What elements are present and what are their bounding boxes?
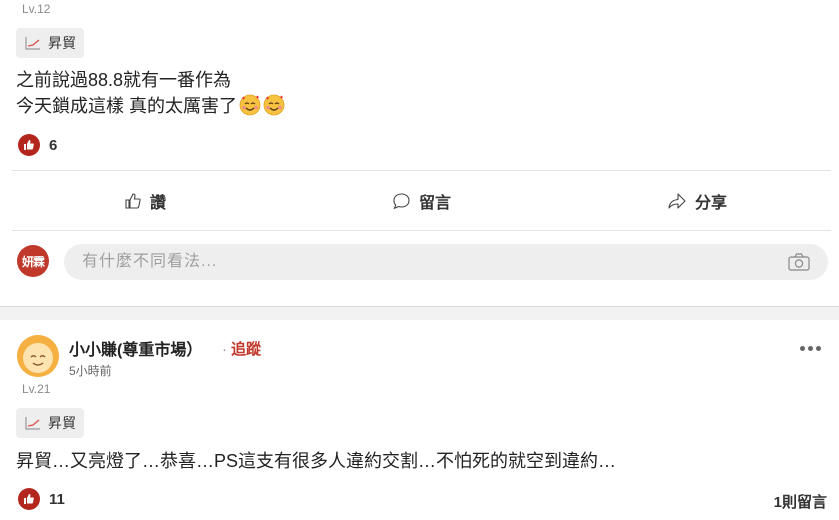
more-dot xyxy=(816,346,821,351)
user-level: Lv.21 xyxy=(22,382,51,396)
username[interactable]: 小小賺(尊重市場） xyxy=(69,336,202,360)
stock-tag-label: 昇貿 xyxy=(48,35,76,51)
more-options-button[interactable] xyxy=(800,346,821,351)
comment-input[interactable] xyxy=(64,244,828,280)
thumbs-up-icon xyxy=(18,134,40,156)
like-button-label: 讚 xyxy=(150,195,167,212)
more-dot xyxy=(800,346,805,351)
share-button[interactable]: 分享 xyxy=(667,171,727,231)
avatar[interactable]: 妍霖 xyxy=(17,245,49,277)
follow-button-label: 追蹤 xyxy=(231,341,262,358)
post-time: 5小時前 xyxy=(69,364,112,378)
avatar[interactable] xyxy=(17,335,59,377)
post-body: 之前說過88.8就有一番作為 今天鎖成這樣 真的太厲害了 xyxy=(16,67,285,119)
thumbs-up-outline-icon xyxy=(125,193,141,209)
comment-composer: 妍霖 xyxy=(17,244,828,280)
share-button-label: 分享 xyxy=(695,195,728,212)
stock-tag[interactable]: 昇貿 xyxy=(16,28,84,58)
smiley-avatar-icon xyxy=(17,335,59,377)
post-text-line-1: 之前說過88.8就有一番作為 xyxy=(16,70,232,90)
smiling-face-with-hearts-icon xyxy=(263,94,285,116)
share-arrow-icon xyxy=(668,193,686,209)
speech-bubble-icon xyxy=(393,193,410,210)
user-level: Lv.12 xyxy=(22,2,51,16)
comment-button[interactable]: 留言 xyxy=(392,171,451,231)
action-bar: 讚 留言 分享 xyxy=(12,170,831,231)
stock-tag-label: 昇貿 xyxy=(48,415,76,431)
thumbs-up-icon xyxy=(18,488,40,510)
post-separator xyxy=(0,306,839,320)
stock-tag[interactable]: 昇貿 xyxy=(16,408,84,438)
like-summary[interactable]: 11 xyxy=(18,488,65,510)
like-count: 6 xyxy=(49,136,58,154)
post-body: 昇貿…又亮燈了…恭喜…PS這支有很多人違約交割…不怕死的就空到違約… xyxy=(16,451,617,471)
separator-dot: · xyxy=(222,341,227,358)
smiling-face-with-hearts-icon xyxy=(239,94,261,116)
comment-button-label: 留言 xyxy=(419,195,452,212)
chart-trend-icon xyxy=(25,37,40,50)
like-button[interactable]: 讚 xyxy=(124,171,166,231)
post-card-1: Lv.12 昇貿 之前說過88.8就有一番作為 今天鎖成這樣 真的太厲害了 6 … xyxy=(0,0,839,306)
like-summary[interactable]: 6 xyxy=(18,134,57,156)
like-count: 11 xyxy=(49,490,65,508)
more-dot xyxy=(808,346,813,351)
camera-icon[interactable] xyxy=(788,252,810,272)
post-card-2: 小小賺(尊重市場） · 追蹤 5小時前 Lv.21 昇貿 昇貿…又亮燈了…恭喜…P… xyxy=(0,320,839,520)
post-text-line-2: 今天鎖成這樣 真的太厲害了 xyxy=(16,96,237,116)
follow-button[interactable]: · 追蹤 xyxy=(222,338,261,359)
reply-count-link[interactable]: 1則留言 xyxy=(774,491,827,512)
chart-trend-icon xyxy=(25,417,40,430)
